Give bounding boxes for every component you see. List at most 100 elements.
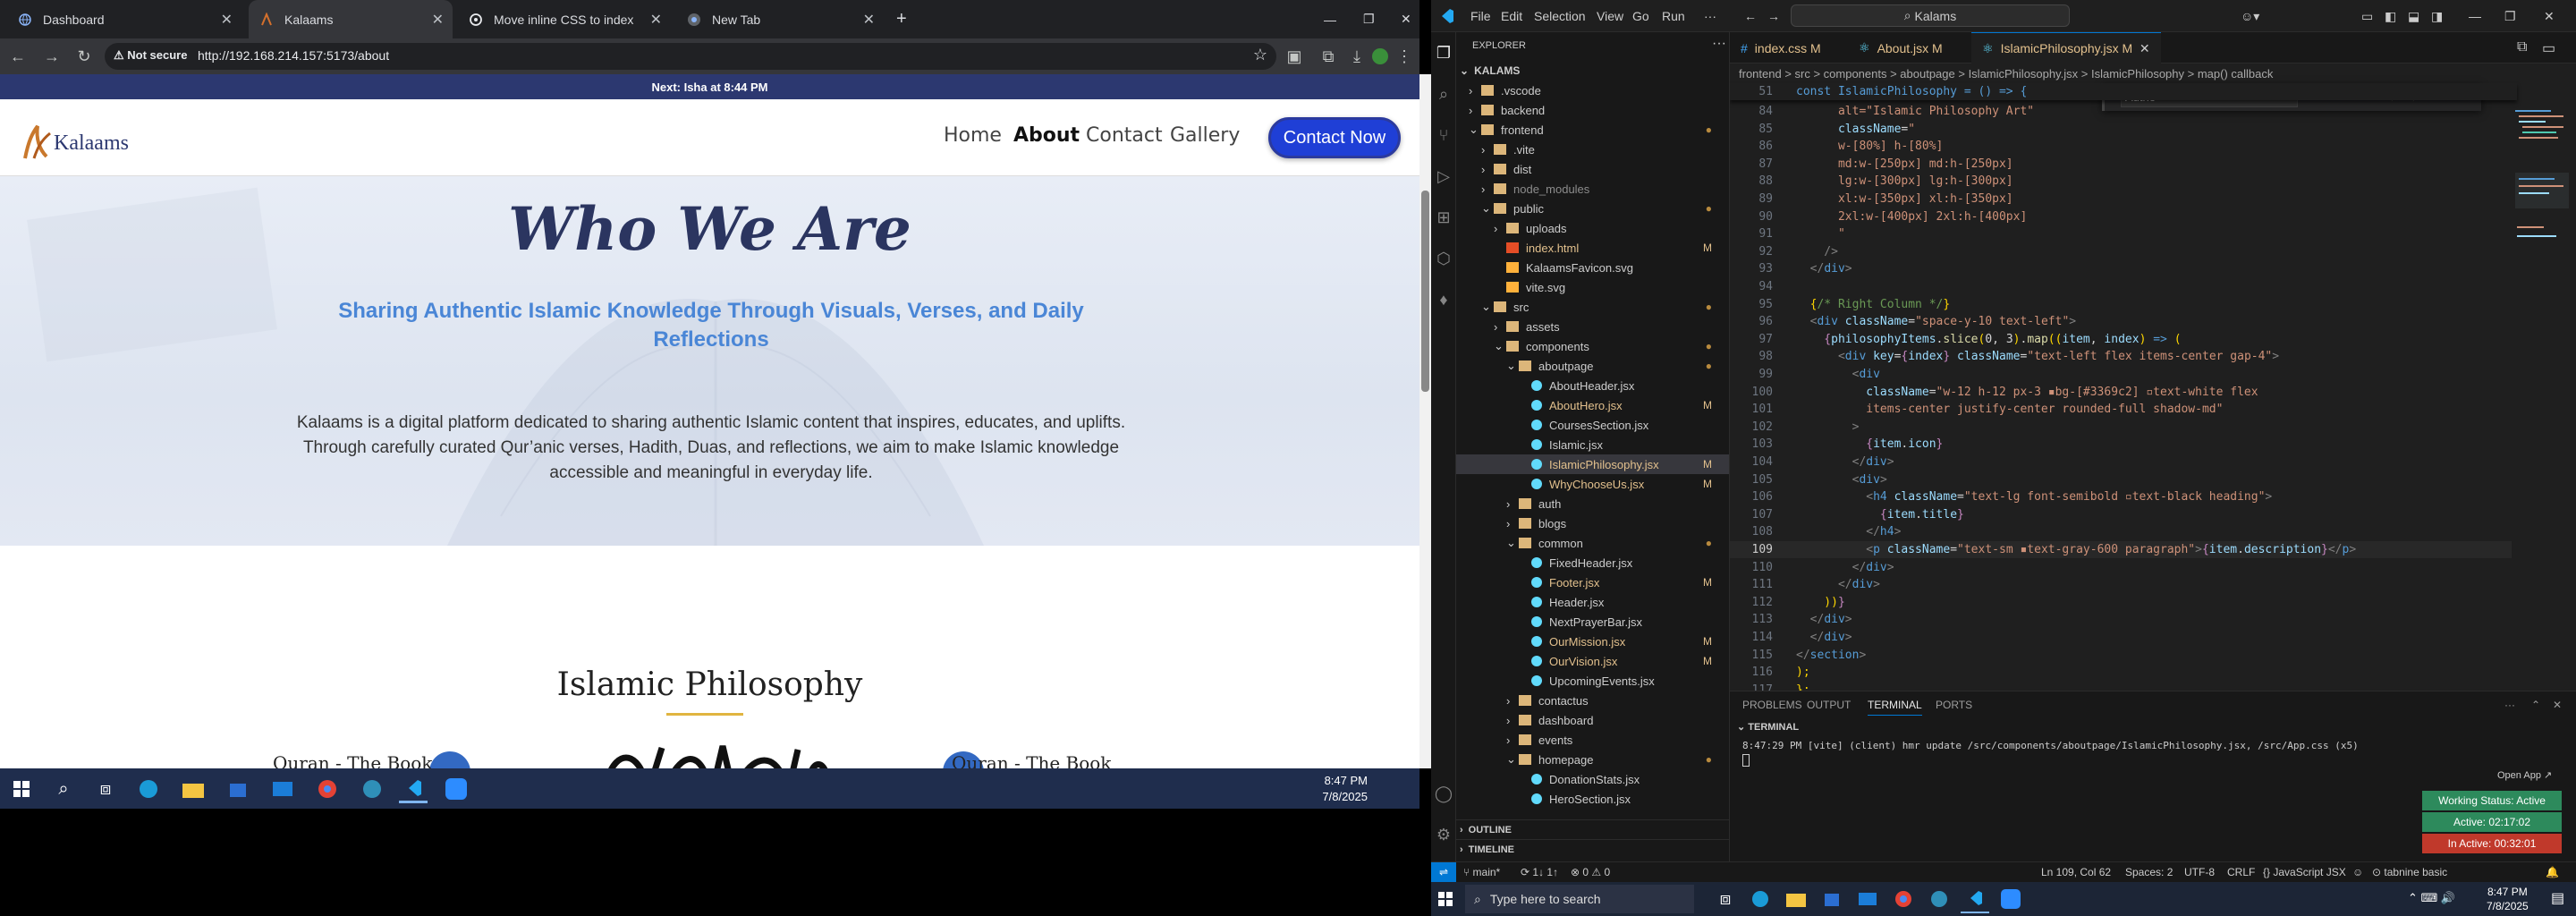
mongo-leaf-icon[interactable]: ♦ (1434, 290, 1453, 310)
panel-tab-problems[interactable]: PROBLEMS (1742, 699, 1802, 711)
sticky-scroll-line[interactable]: 51 const IslamicPhilosophy = () => { (1730, 83, 2517, 100)
tree-item[interactable]: vite.svg (1456, 277, 1729, 297)
bookmark-star-icon[interactable]: ☆ (1253, 46, 1267, 64)
nav-home[interactable]: Home (944, 124, 1002, 147)
tree-item[interactable]: › node_modules (1456, 179, 1729, 199)
close-icon[interactable]: ✕ (863, 11, 875, 29)
code-line[interactable]: 85 className=" (1730, 121, 2517, 138)
tree-item[interactable]: › backend (1456, 100, 1729, 120)
open-app-link[interactable]: Open App ↗ (2497, 769, 2552, 781)
tree-item[interactable]: ⌄ public ● (1456, 199, 1729, 218)
panel-more-icon[interactable]: ··· (2504, 699, 2515, 711)
tree-item[interactable]: › assets (1456, 317, 1729, 336)
panel-tab-ports[interactable]: PORTS (1936, 699, 1972, 711)
taskbar-search-box[interactable]: ⌕ Type here to search (1465, 885, 1694, 913)
download-icon[interactable]: ⤓ (1346, 46, 1368, 67)
notification-center-icon[interactable]: ▤ (2551, 889, 2564, 907)
code-line[interactable]: 104 </div> (1730, 454, 2517, 471)
tree-item[interactable]: › .vite (1456, 140, 1729, 159)
chrome-icon[interactable] (1889, 885, 1918, 913)
tree-item[interactable]: AboutHero.jsx M (1456, 395, 1729, 415)
code-line[interactable]: 90 2xl:w-[400px] 2xl:h-[400px] (1730, 208, 2517, 225)
minimize-icon[interactable]: — (1313, 0, 1336, 38)
panel-toggle-icon[interactable]: ⬓ (2408, 9, 2419, 24)
profile-avatar[interactable] (1369, 46, 1391, 67)
windows-start-icon[interactable] (1431, 885, 1460, 913)
maximize-panel-icon[interactable]: ⌃ (2531, 699, 2540, 711)
tree-item[interactable]: › blogs (1456, 513, 1729, 533)
tree-item[interactable]: IslamicPhilosophy.jsx M (1456, 454, 1729, 474)
problems-indicator[interactable]: ⊗ 0 ⚠ 0 (1571, 866, 1610, 878)
tree-item[interactable]: › dist (1456, 159, 1729, 179)
tree-item[interactable]: › .vscode (1456, 81, 1729, 100)
tree-item[interactable]: UpcomingEvents.jsx (1456, 671, 1729, 691)
tree-item[interactable]: OurMission.jsx M (1456, 632, 1729, 651)
tree-item[interactable]: ⌄ components ● (1456, 336, 1729, 356)
menu-edit[interactable]: Edit (1501, 9, 1522, 23)
code-line[interactable]: 101 items-center justify-center rounded-… (1730, 401, 2517, 418)
tabnine-status[interactable]: ⊙ tabnine basic (2372, 866, 2447, 878)
tree-item[interactable]: › auth (1456, 494, 1729, 513)
panel-tab-terminal[interactable]: TERMINAL (1868, 699, 1922, 716)
task-view-icon[interactable]: ⧈ (91, 775, 120, 803)
mail-icon[interactable] (1853, 885, 1882, 913)
tree-item[interactable]: › contactus (1456, 691, 1729, 710)
menu-run[interactable]: Run (1662, 9, 1685, 23)
editor-tab-index-css[interactable]: # index.css M (1730, 32, 1844, 64)
settings-gear-icon[interactable]: ⚙ (1434, 825, 1453, 844)
code-line[interactable]: 93 </div> (1730, 260, 2517, 277)
zoom-icon[interactable] (442, 775, 470, 803)
tree-item[interactable]: WhyChooseUs.jsx M (1456, 474, 1729, 494)
forward-arrow-icon[interactable]: → (41, 46, 63, 67)
code-line[interactable]: 95 {/* Right Column */} (1730, 296, 2517, 313)
edge-icon[interactable] (134, 775, 163, 803)
store-icon[interactable] (224, 775, 252, 803)
tree-item[interactable]: AboutHeader.jsx (1456, 376, 1729, 395)
vscode-icon[interactable] (399, 775, 428, 803)
search-icon[interactable]: ⌕ (49, 775, 78, 803)
close-icon[interactable]: ✕ (650, 11, 662, 29)
code-line[interactable]: 109 <p className="text-sm ▪text-gray-600… (1730, 541, 2517, 558)
code-line[interactable]: 105 <div> (1730, 471, 2517, 488)
editor-more-icon[interactable]: ▭ (2542, 39, 2555, 57)
editor-tab-about-jsx[interactable]: ⚛ About.jsx M (1848, 32, 1968, 64)
tree-item[interactable]: ⌄ src ● (1456, 297, 1729, 317)
tree-item[interactable]: HeroSection.jsx (1456, 789, 1729, 809)
nav-back-icon[interactable]: ← (1744, 9, 1757, 23)
command-center-search[interactable]: ⌕ Kalams (1791, 4, 2070, 27)
puzzle-icon[interactable]: ⧉ (1318, 46, 1339, 67)
store-icon[interactable] (1818, 885, 1846, 913)
close-panel-icon[interactable]: ✕ (2553, 699, 2562, 711)
code-line[interactable]: 107 {item.title} (1730, 506, 2517, 523)
copilot-status-icon[interactable]: ☺ (2352, 866, 2363, 878)
minimap[interactable] (2512, 83, 2576, 691)
terminal-output[interactable]: 8:47:29 PM [vite] (client) hmr update /s… (1742, 740, 2547, 751)
nav-forward-icon[interactable]: → (1767, 9, 1780, 23)
code-line[interactable]: 89 xl:w-[350px] xl:h-[350px] (1730, 191, 2517, 208)
code-line[interactable]: 102 > (1730, 419, 2517, 436)
tree-item[interactable]: CoursesSection.jsx (1456, 415, 1729, 435)
mail-icon[interactable] (268, 775, 297, 803)
browser-tab-dashboard[interactable]: Dashboard ✕ (7, 0, 242, 38)
windows-start-icon[interactable] (7, 775, 36, 803)
tree-item[interactable]: ⌄ homepage ● (1456, 750, 1729, 769)
code-line[interactable]: 113 </div> (1730, 611, 2517, 628)
sync-indicator[interactable]: ⟳ 1↓ 1↑ (1521, 866, 1558, 878)
notifications-bell-icon[interactable]: 🔔 (2546, 866, 2559, 878)
window-close-icon[interactable]: ✕ (1390, 0, 1411, 38)
code-line[interactable]: 98 <div key={index} className="text-left… (1730, 348, 2517, 365)
close-icon[interactable]: ✕ (432, 11, 444, 29)
tree-item[interactable]: KalaamsFavicon.svg (1456, 258, 1729, 277)
explorer-files-icon[interactable]: ❐ (1434, 43, 1453, 63)
nav-gallery[interactable]: Gallery (1170, 124, 1240, 147)
language-mode[interactable]: {} JavaScript JSX (2263, 866, 2346, 878)
code-line[interactable]: 96 <div className="space-y-10 text-left"… (1730, 313, 2517, 330)
tree-item[interactable]: FixedHeader.jsx (1456, 553, 1729, 572)
code-line[interactable]: 112 ))} (1730, 594, 2517, 611)
url-bar[interactable]: ⚠ Not secure http://192.168.214.157:5173… (105, 43, 1276, 70)
source-control-icon[interactable]: ⑂ (1434, 125, 1453, 145)
tree-item[interactable]: ⌄ aboutpage ● (1456, 356, 1729, 376)
remote-explorer-icon[interactable]: ⬡ (1434, 249, 1453, 268)
kebab-menu-icon[interactable]: ⋮ (1394, 46, 1415, 67)
reload-icon[interactable]: ↻ (73, 46, 95, 67)
